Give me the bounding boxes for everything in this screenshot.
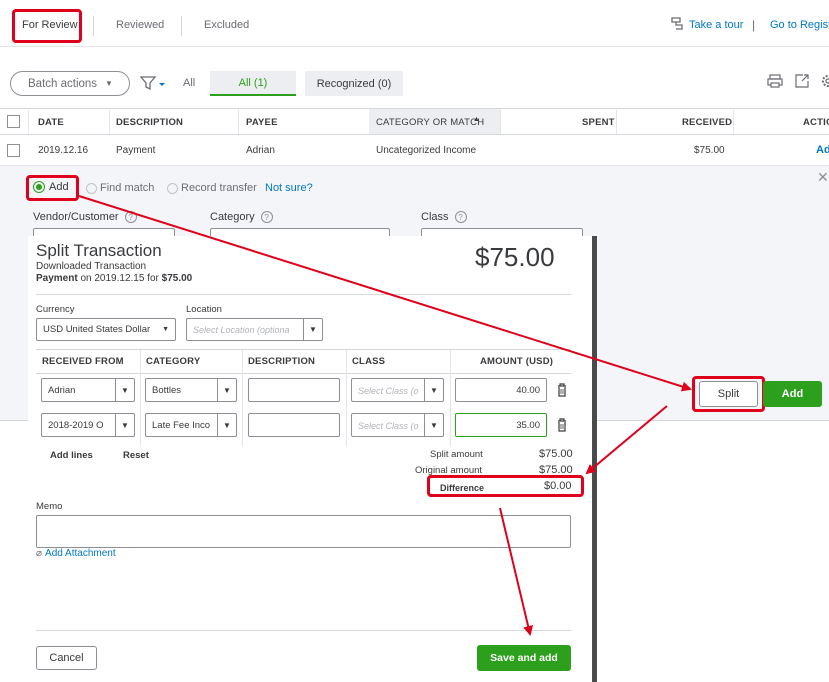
- arrow-split-to-difference: [585, 405, 668, 475]
- arrow-add-to-split: [78, 195, 692, 392]
- arrow-difference-to-save: [499, 507, 534, 636]
- annotation-arrows: [78, 195, 692, 636]
